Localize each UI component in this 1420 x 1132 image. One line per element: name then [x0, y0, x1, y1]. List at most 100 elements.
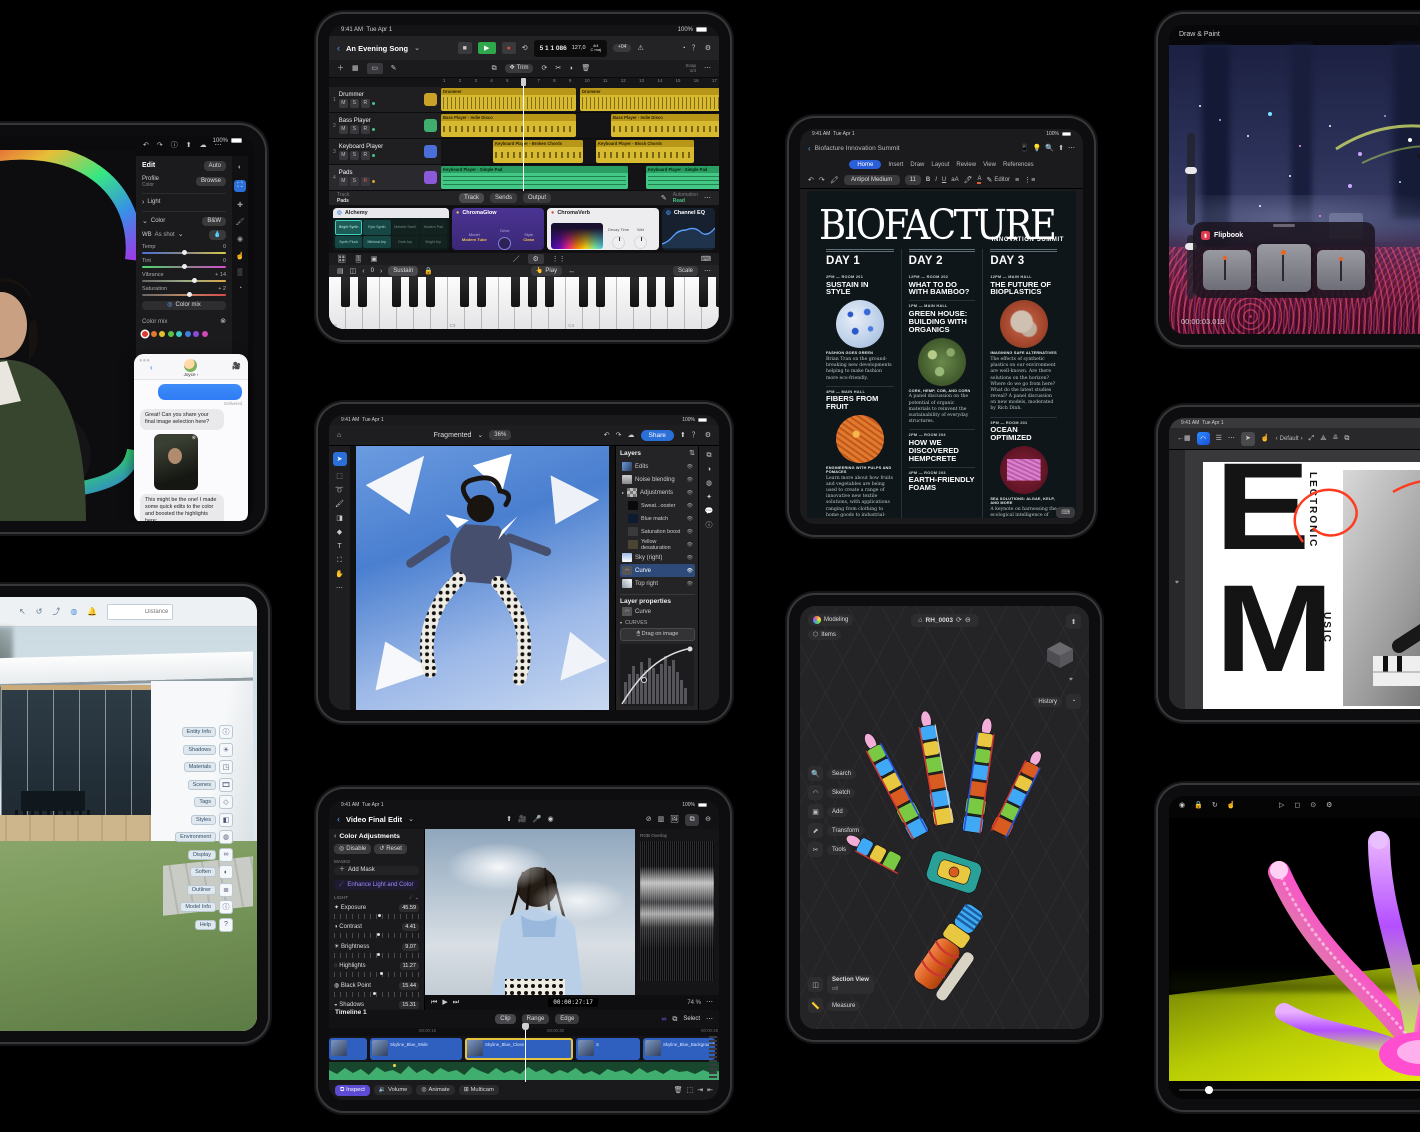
- layer-row[interactable]: Yellow desaturation👁: [620, 538, 695, 551]
- settings-icon[interactable]: ⚙: [705, 45, 711, 52]
- comment-icon[interactable]: 💬: [705, 508, 714, 515]
- brush-tool-icon[interactable]: 🖌: [236, 218, 245, 226]
- align-icon[interactable]: ≞: [1333, 435, 1339, 442]
- sculpt-canvas[interactable]: [1169, 818, 1420, 1081]
- volume-button[interactable]: 🔉Volume: [374, 1085, 413, 1095]
- hand-tool-icon[interactable]: ✋: [335, 571, 344, 578]
- case-button[interactable]: aA: [951, 177, 958, 183]
- more-icon[interactable]: ⋯: [706, 999, 713, 1006]
- drag-on-image-button[interactable]: 🖱 Drag on image: [620, 628, 695, 641]
- plus-icon[interactable]: ＋: [337, 65, 344, 72]
- document-switcher[interactable]: ⌂ RH_0003 ⟳ ⊖: [910, 614, 978, 627]
- disable-button[interactable]: ◎Disable: [334, 844, 371, 854]
- doc-title[interactable]: Fragmented: [434, 432, 472, 439]
- frame-thumb[interactable]: [1203, 250, 1251, 290]
- eye-icon[interactable]: 👁: [687, 503, 693, 509]
- region[interactable]: Drummer: [441, 88, 576, 111]
- color-mix-button[interactable]: ◎Color mix: [142, 301, 226, 311]
- trash-icon[interactable]: 🗑: [674, 1087, 683, 1094]
- play-button[interactable]: ▶: [478, 42, 496, 54]
- snap-icon[interactable]: ⌖: [1175, 456, 1179, 709]
- animate-button[interactable]: ◎Animate: [416, 1085, 454, 1095]
- view-cube[interactable]: [1045, 640, 1075, 670]
- fill-tool-icon[interactable]: ◆: [337, 529, 342, 536]
- track-header-drummer[interactable]: 1 Drummer MSR: [329, 87, 441, 113]
- filter-icon[interactable]: ⇅: [689, 450, 695, 457]
- project-title[interactable]: Draw & Paint: [1179, 31, 1220, 38]
- region[interactable]: Keyboard Player - Simple Pad: [646, 166, 719, 189]
- back-icon[interactable]: ‹: [808, 145, 811, 153]
- help-button[interactable]: Help?: [195, 918, 233, 932]
- tab-output[interactable]: Output: [523, 193, 551, 203]
- split-keys-icon[interactable]: ◫: [350, 268, 357, 275]
- mute-button[interactable]: M: [339, 125, 348, 134]
- record-icon[interactable]: ◉: [547, 816, 553, 823]
- list-icon[interactable]: ⋮≡: [1024, 177, 1035, 184]
- chromaverb-plugin[interactable]: ●ChromaVerb Decay Time Wet: [547, 208, 659, 250]
- italic-button[interactable]: I: [935, 177, 937, 183]
- color-mix-dots[interactable]: [142, 331, 226, 339]
- layer-row[interactable]: Sweat...ooster👁: [620, 499, 695, 512]
- select-icon[interactable]: ↖: [19, 607, 26, 616]
- solo-button[interactable]: S: [350, 99, 359, 108]
- bluetooth-icon[interactable]: 🎚: [354, 256, 363, 263]
- rotate-icon[interactable]: ↻: [1212, 802, 1218, 809]
- masking-tool-icon[interactable]: ◉: [237, 235, 243, 243]
- scrubber-handle[interactable]: [1205, 1086, 1213, 1094]
- frame-thumb[interactable]: [1317, 250, 1365, 290]
- eye-icon[interactable]: 👁: [687, 555, 693, 561]
- doc-title[interactable]: Biofacture Innovation Summit: [815, 145, 900, 152]
- record-button[interactable]: ●: [502, 42, 516, 54]
- track-header-bass[interactable]: 2 Bass Player MSR: [329, 113, 441, 139]
- contact-header[interactable]: Joyce ›: [184, 357, 199, 377]
- chevron-down-icon[interactable]: ⌄: [477, 432, 483, 439]
- poster-canvas[interactable]: E LECTRONIC M USIC AW SO: [1203, 462, 1420, 709]
- delete-icon[interactable]: 🗑: [581, 65, 590, 72]
- flipbook-panel[interactable]: ▮ Flipbook: [1193, 222, 1375, 298]
- underline-button[interactable]: U: [942, 177, 946, 183]
- environment-button[interactable]: Environment◍: [175, 830, 233, 844]
- light-section-label[interactable]: LIGHT: [334, 896, 348, 901]
- prev-frame-icon[interactable]: ⏮: [431, 999, 437, 1006]
- piano-black-keys[interactable]: [329, 277, 719, 329]
- tab-sends[interactable]: Sends: [490, 193, 517, 203]
- layer-row[interactable]: Top right👁: [620, 577, 695, 590]
- more-icon[interactable]: ⋯: [704, 65, 711, 72]
- model-viewport[interactable]: Entity Infoⓘ Shadows☀ Materials◳ Scenes🎞…: [0, 627, 257, 1031]
- tab-draw[interactable]: Draw: [910, 162, 924, 168]
- curves-graph[interactable]: [620, 644, 694, 706]
- more-tools-icon[interactable]: ⋯: [336, 585, 343, 592]
- lasso-tool-icon[interactable]: ➰: [335, 487, 344, 494]
- rgb-overlay-label[interactable]: RGB Overlay: [640, 833, 714, 838]
- styles-button[interactable]: Styles◧: [191, 813, 233, 827]
- viewer[interactable]: [425, 829, 635, 995]
- region[interactable]: Bass Player - Indie Disco: [611, 114, 719, 137]
- close-icon[interactable]: ⊗: [220, 318, 226, 325]
- extract-icon[interactable]: ⬚: [687, 1087, 694, 1094]
- eyedropper-icon[interactable]: 💧: [209, 230, 226, 240]
- solo-button[interactable]: S: [350, 125, 359, 134]
- export-icon[interactable]: ⬆: [1066, 614, 1081, 629]
- eye-icon[interactable]: 👁: [687, 542, 693, 548]
- alchemy-plugin[interactable]: ◎Alchemy Bright Synth Epic Synth Metalli…: [333, 208, 449, 250]
- trim-tool[interactable]: ✥Trim: [505, 64, 534, 74]
- gesture-icon[interactable]: ☝: [1227, 802, 1236, 809]
- text-highlight-icon[interactable]: 🖊: [964, 177, 973, 184]
- app-icon[interactable]: ◠: [1197, 432, 1210, 445]
- disable-clip-icon[interactable]: ⊘: [646, 816, 652, 823]
- undo-icon[interactable]: ↶: [604, 432, 610, 439]
- photo-attachment[interactable]: ⊗: [154, 434, 198, 490]
- playhead[interactable]: [525, 1028, 526, 1082]
- fx-icon[interactable]: ✦: [706, 494, 712, 501]
- glide-icon[interactable]: ↔: [568, 268, 575, 275]
- mute-button[interactable]: M: [339, 151, 348, 160]
- audio-track[interactable]: [329, 1062, 719, 1082]
- region[interactable]: Keyboard Player - Broken Chords: [493, 140, 583, 163]
- info-icon[interactable]: ⓘ: [706, 522, 713, 529]
- crop-tool-icon[interactable]: ⛶: [234, 180, 246, 192]
- undo-icon[interactable]: ↶: [808, 177, 814, 184]
- dismiss-keyboard-button[interactable]: ⌨: [1056, 507, 1075, 518]
- undo-icon[interactable]: ↺: [36, 607, 43, 616]
- layer-row[interactable]: Saturation boost👁: [620, 525, 695, 538]
- help-icon[interactable]: ？: [692, 45, 699, 52]
